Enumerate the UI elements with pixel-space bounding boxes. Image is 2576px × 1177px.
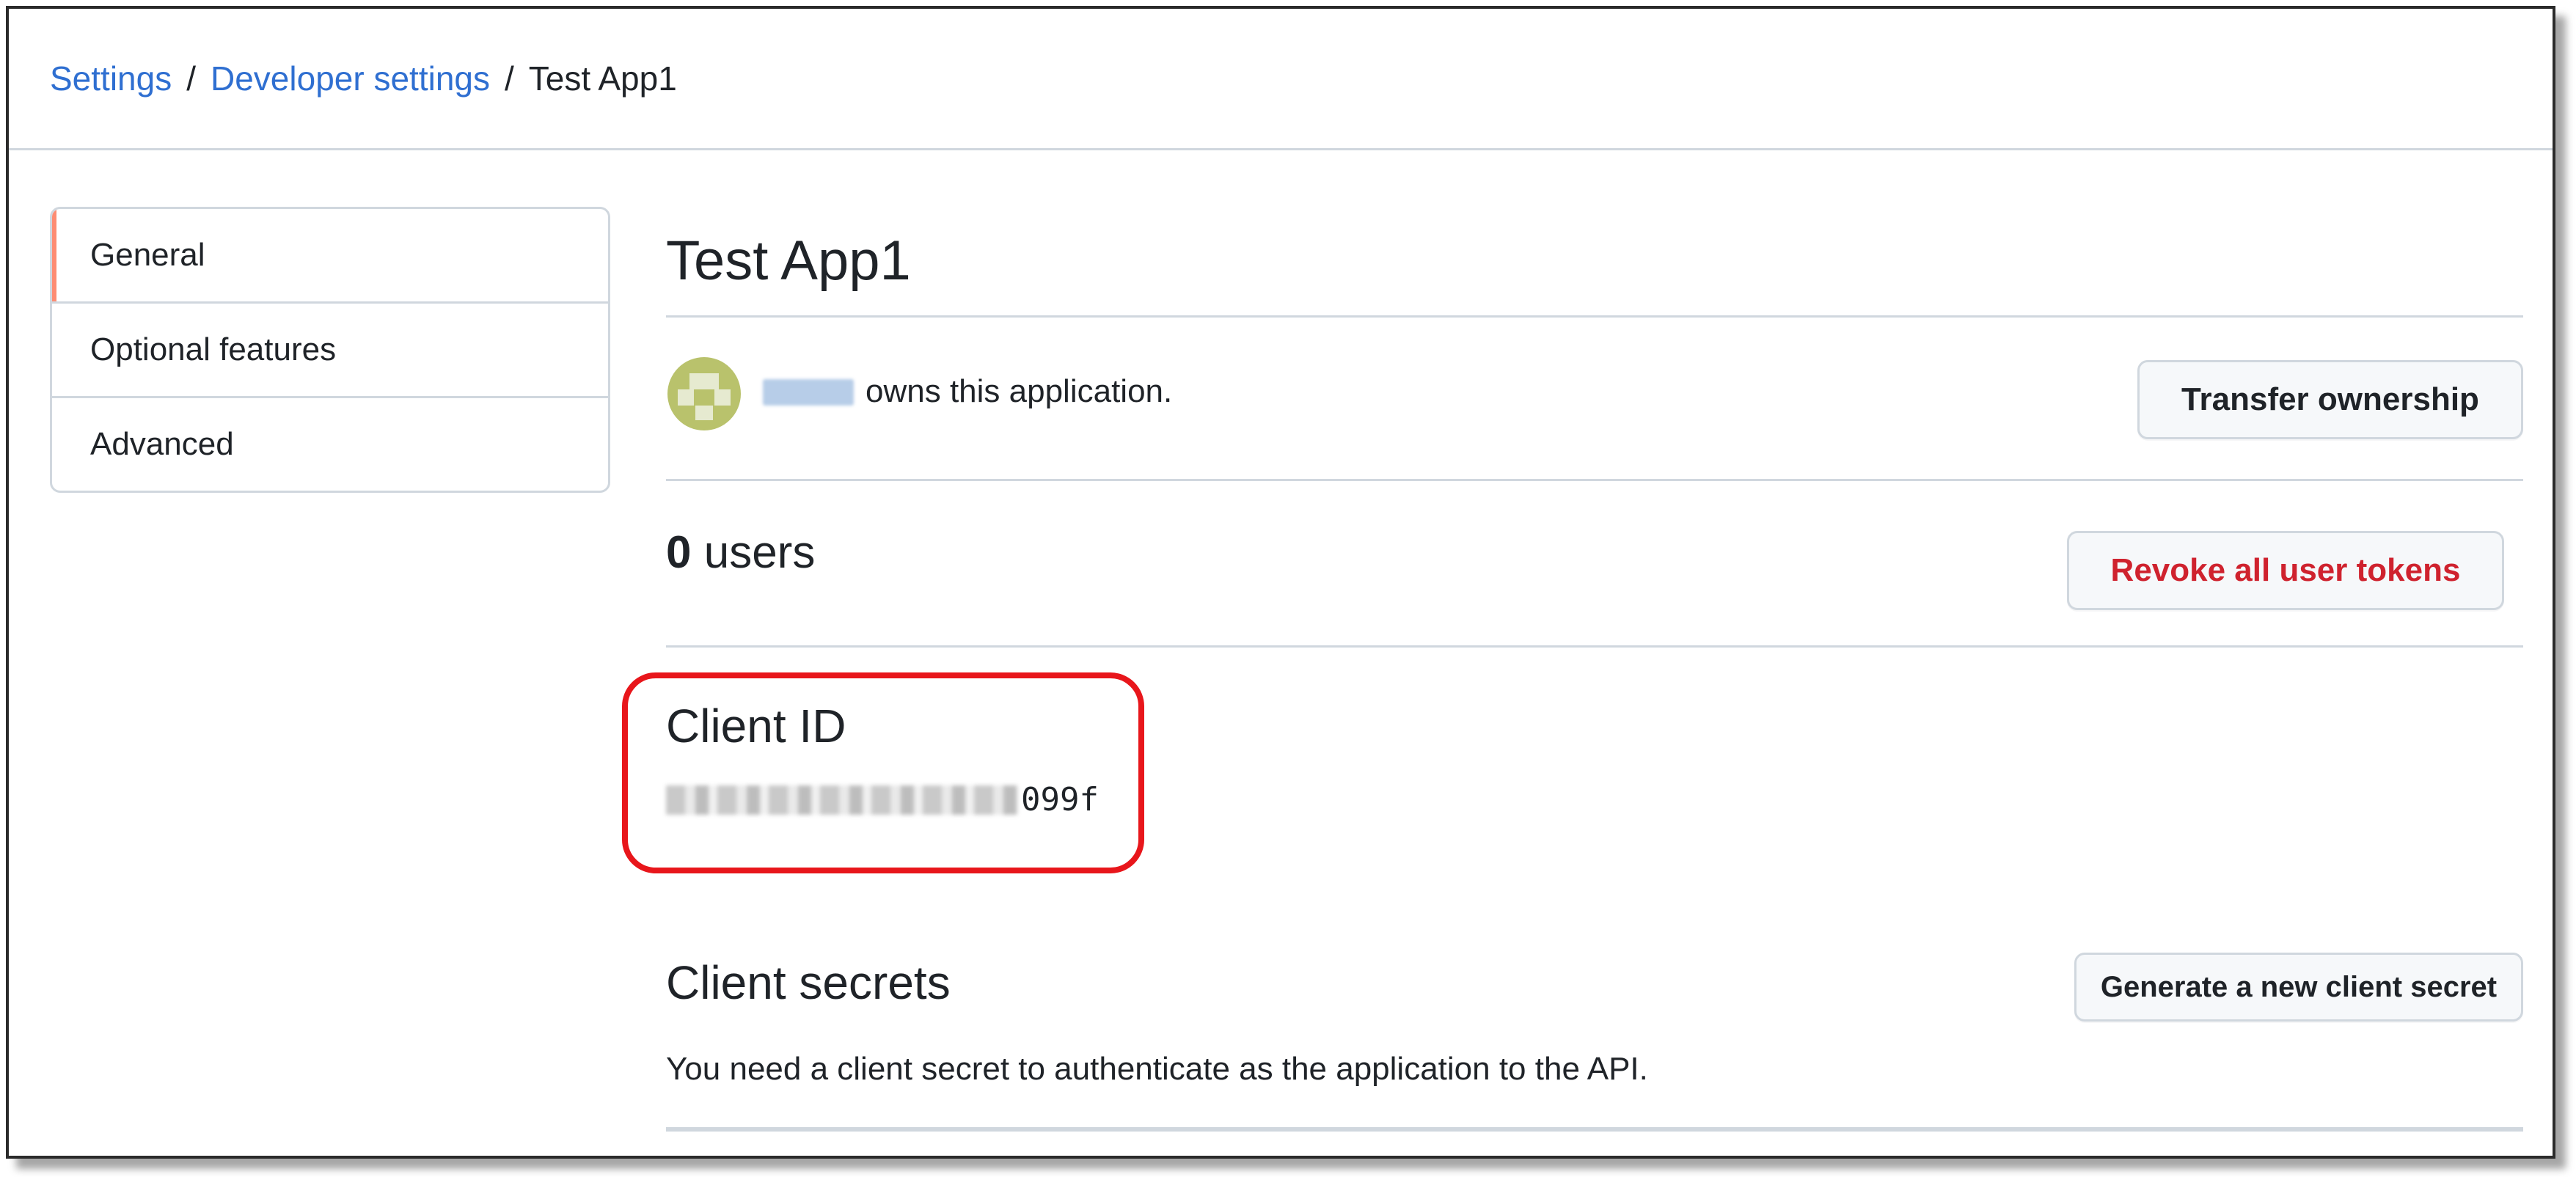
owner-avatar[interactable]	[667, 357, 741, 430]
breadcrumb-separator: /	[504, 59, 514, 98]
sidebar-item-label: General	[90, 237, 205, 273]
users-row: 0 users Revoke all user tokens	[666, 481, 2523, 645]
users-count: 0 users	[666, 527, 815, 579]
revoke-all-user-tokens-button[interactable]: Revoke all user tokens	[2067, 531, 2504, 610]
transfer-ownership-button[interactable]: Transfer ownership	[2137, 360, 2523, 439]
owner-row: owns this application. Transfer ownershi…	[666, 318, 2523, 479]
client-secrets-heading: Client secrets	[666, 956, 951, 1009]
client-id-section: Client ID 099f	[622, 648, 2523, 956]
sidebar-item-optional-features[interactable]: Optional features	[52, 301, 608, 396]
users-count-number: 0	[666, 527, 692, 578]
owner-text: owns this application.	[866, 373, 1173, 409]
breadcrumb-separator: /	[186, 59, 196, 98]
app-window: Settings / Developer settings / Test App…	[6, 6, 2555, 1159]
generate-client-secret-button[interactable]: Generate a new client secret	[2074, 953, 2523, 1022]
sidebar-item-advanced[interactable]: Advanced	[52, 396, 608, 491]
breadcrumb-developer-settings-link[interactable]: Developer settings	[211, 59, 490, 98]
divider	[666, 1127, 2523, 1132]
main-content: Test App1 owns this application. Transfe…	[622, 207, 2523, 1146]
users-count-label: users	[703, 527, 816, 578]
sidebar-item-general[interactable]: General	[52, 209, 608, 301]
client-id-value: 099f	[666, 781, 1099, 818]
client-secrets-description: You need a client secret to authenticate…	[666, 1051, 1648, 1087]
breadcrumb-current: Test App1	[528, 59, 677, 98]
client-id-redacted-portion	[666, 785, 1018, 815]
breadcrumb: Settings / Developer settings / Test App…	[9, 9, 2553, 150]
settings-sidebar: General Optional features Advanced	[50, 207, 610, 493]
client-id-heading: Client ID	[666, 700, 846, 752]
client-secrets-section: Client secrets Generate a new client sec…	[666, 953, 2523, 1146]
page-title: Test App1	[666, 230, 911, 292]
client-id-suffix: 099f	[1021, 781, 1099, 818]
breadcrumb-settings-link[interactable]: Settings	[50, 59, 172, 98]
owner-name-redacted[interactable]	[763, 379, 854, 406]
sidebar-item-label: Optional features	[90, 331, 337, 367]
sidebar-item-label: Advanced	[90, 426, 234, 462]
